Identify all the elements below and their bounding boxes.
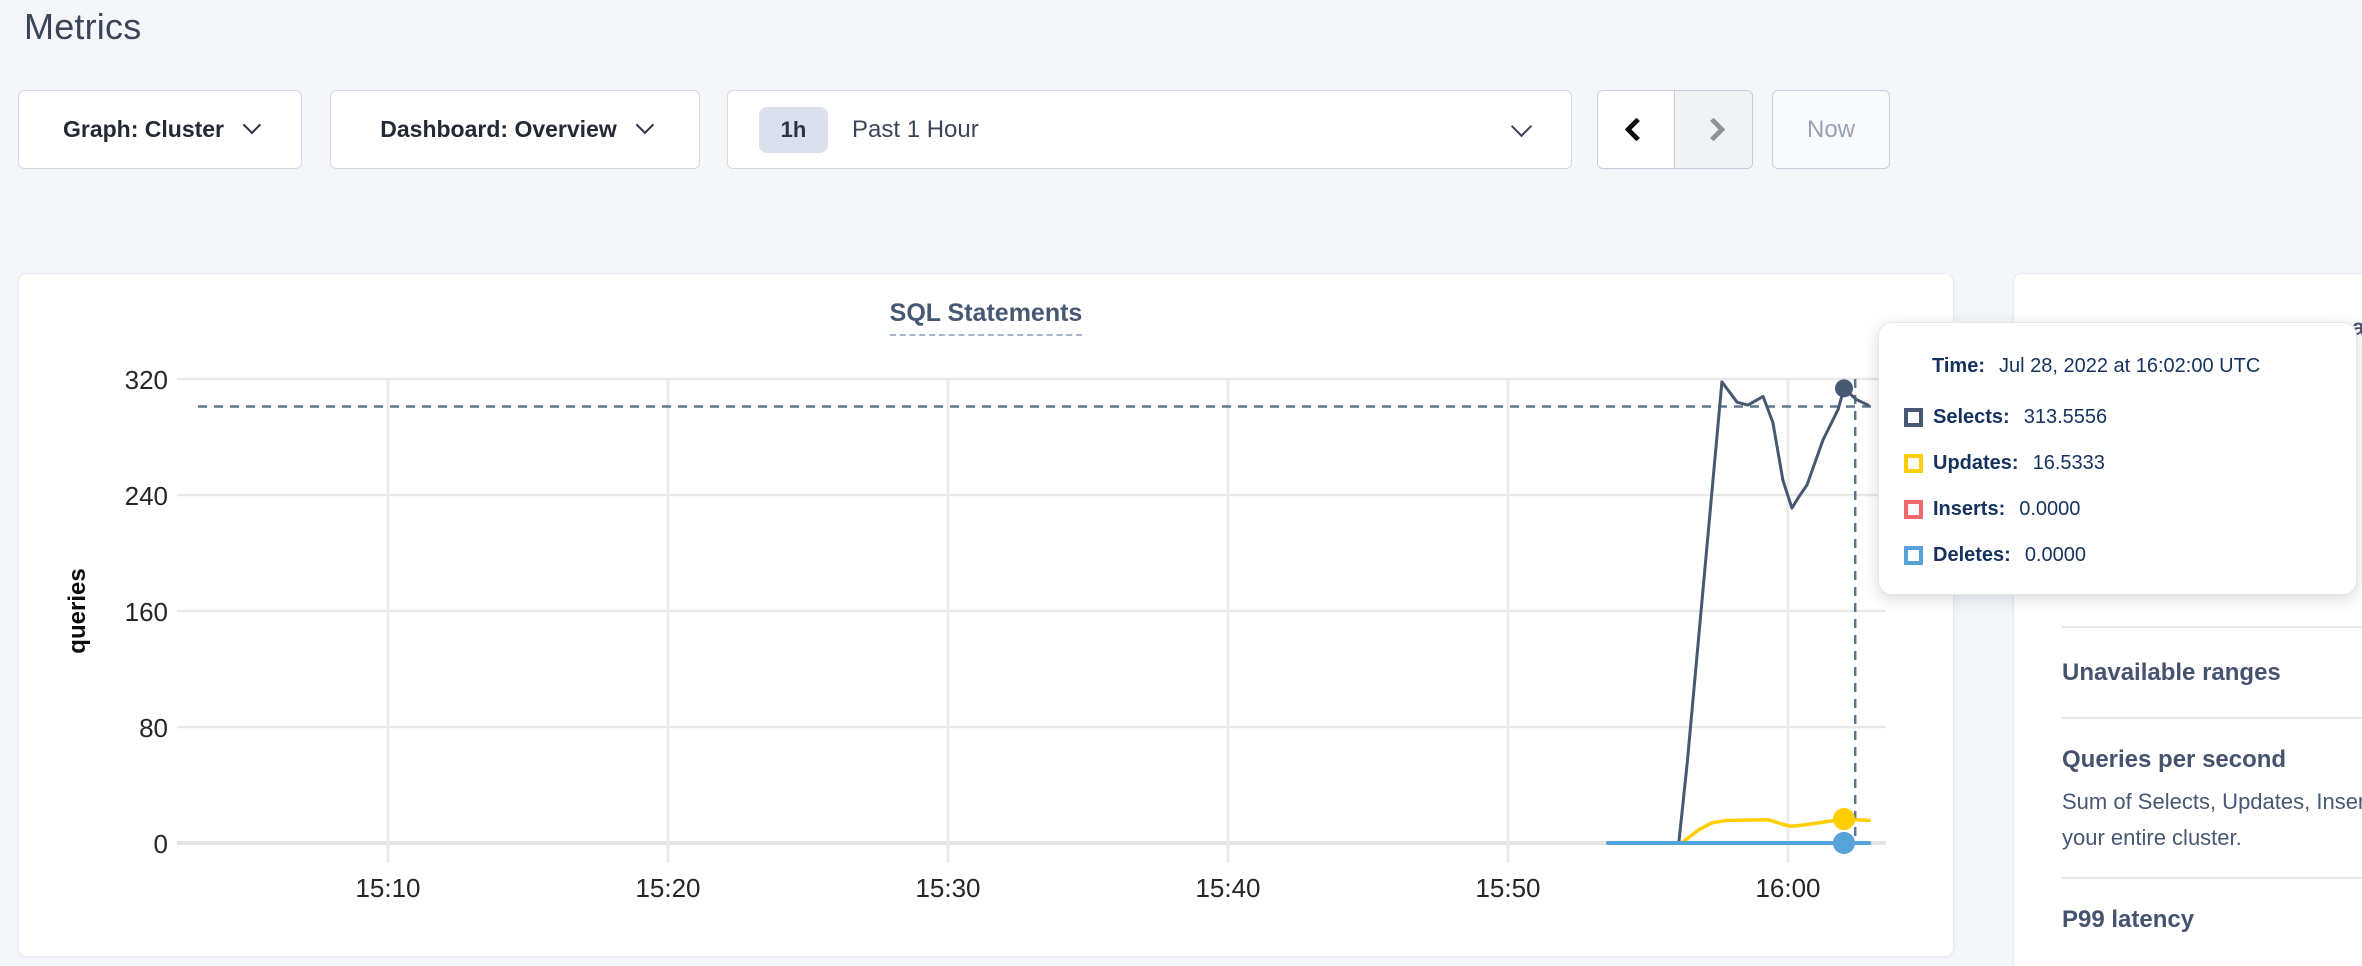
- sidebar-item-p99-latency[interactable]: P99 latency: [2062, 906, 2194, 934]
- sidebar-divider: [2062, 626, 2362, 628]
- tooltip-deletes-value: 0.0000: [2025, 544, 2086, 567]
- tooltip-deletes-label: Deletes:: [1933, 544, 2011, 567]
- tooltip-selects-value: 313.5556: [2024, 406, 2107, 429]
- sidebar-qps-description-line2: your entire cluster.: [2062, 825, 2242, 851]
- deletes-series-swatch-icon: [1904, 546, 1923, 565]
- sidebar-divider: [2062, 717, 2362, 719]
- tooltip-inserts-value: 0.0000: [2019, 498, 2080, 521]
- svg-text:16:00: 16:00: [1755, 873, 1820, 903]
- sidebar-divider: [2062, 877, 2362, 879]
- inserts-series-swatch-icon: [1904, 500, 1923, 519]
- chart-hover-tooltip: Time: Jul 28, 2022 at 16:02:00 UTC Selec…: [1878, 322, 2357, 595]
- y-axis-label: queries: [64, 568, 91, 653]
- tooltip-selects-label: Selects:: [1933, 406, 2010, 429]
- tooltip-updates-label: Updates:: [1933, 452, 2019, 475]
- tooltip-time-label: Time:: [1932, 355, 1985, 378]
- updates-series-swatch-icon: [1904, 454, 1923, 473]
- svg-text:15:10: 15:10: [355, 873, 420, 903]
- selects-series-swatch-icon: [1904, 408, 1923, 427]
- tooltip-time-value: Jul 28, 2022 at 16:02:00 UTC: [1999, 355, 2260, 378]
- svg-text:80: 80: [139, 713, 168, 743]
- tooltip-inserts-label: Inserts:: [1933, 498, 2005, 521]
- svg-text:160: 160: [125, 597, 168, 627]
- sidebar-item-queries-per-second[interactable]: Queries per second: [2062, 746, 2286, 774]
- svg-text:320: 320: [125, 365, 168, 395]
- tooltip-updates-value: 16.5333: [2033, 452, 2105, 475]
- svg-text:15:30: 15:30: [915, 873, 980, 903]
- sidebar-qps-description-line1: Sum of Selects, Updates, Inserts: [2062, 789, 2362, 815]
- svg-text:15:50: 15:50: [1475, 873, 1540, 903]
- svg-text:0: 0: [154, 829, 168, 859]
- svg-text:15:40: 15:40: [1195, 873, 1260, 903]
- sidebar-item-unavailable-ranges[interactable]: Unavailable ranges: [2062, 659, 2281, 687]
- svg-text:240: 240: [125, 481, 168, 511]
- svg-text:15:20: 15:20: [635, 873, 700, 903]
